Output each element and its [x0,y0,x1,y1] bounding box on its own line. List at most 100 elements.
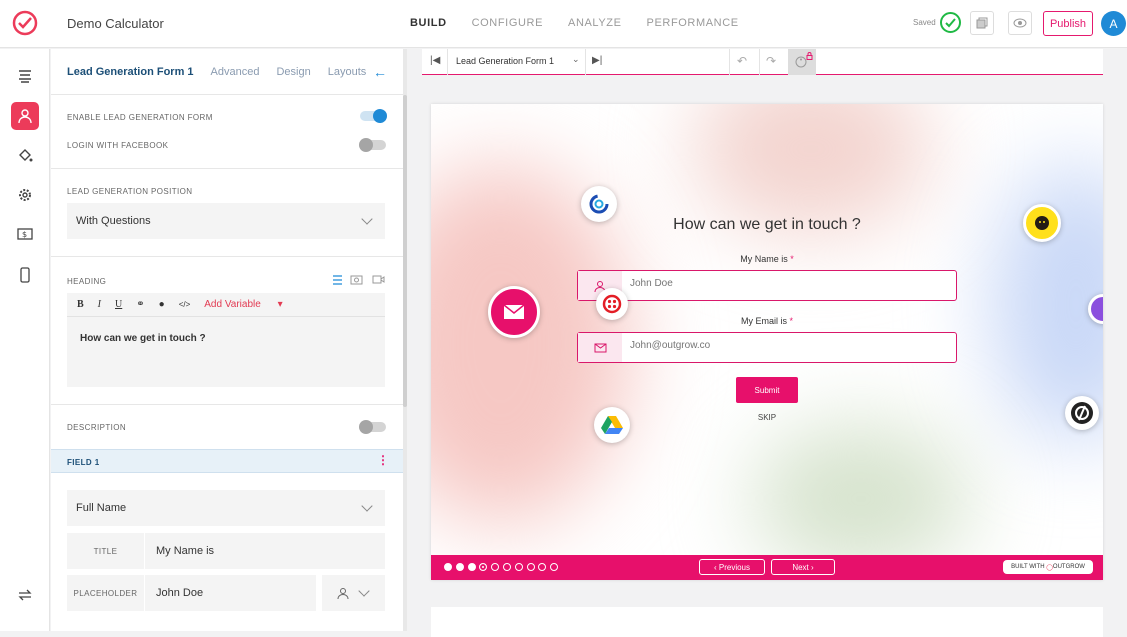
svg-text:$: $ [22,230,27,239]
field-menu-icon[interactable]: ⋮ [377,453,389,467]
sidebar-mobile[interactable] [11,261,39,289]
enable-lead-gen-toggle[interactable] [360,109,387,123]
built-with-badge[interactable]: BUILT WITH ◯ OUTGROW [1003,560,1093,574]
heading-editor[interactable]: B I U ⚭ ● </> Add Variable ▾ How can we … [67,293,385,387]
link-icon[interactable]: ⚭ [136,299,144,310]
gear-icon [19,189,31,201]
progress-dot[interactable] [550,563,559,571]
app-name[interactable]: Demo Calculator [67,16,164,31]
tab-build[interactable]: BUILD [410,17,447,29]
progress-dot[interactable] [538,563,547,571]
avatar[interactable]: A [1101,11,1126,36]
underline-button[interactable]: U [115,299,122,310]
progress-dot[interactable] [479,563,488,571]
chevron-down-icon [361,500,373,512]
copy-icon [976,17,988,29]
tab-lead-gen-form[interactable]: Lead Generation Form 1 [67,66,194,78]
placeholder-row: PLACEHOLDER John Doe [67,575,316,611]
chevron-down-icon[interactable]: ⌄ [572,54,580,65]
redo-icon[interactable]: ↷ [766,54,776,68]
title-key: TITLE [67,533,145,569]
code-icon[interactable]: </> [179,300,191,309]
skip-link[interactable]: SKIP [736,413,798,422]
top-bar: Demo Calculator BUILD CONFIGURE ANALYZE … [0,0,1127,48]
divider [51,256,403,257]
publish-button[interactable]: Publish [1043,11,1093,36]
panel-scrollbar[interactable] [403,49,407,631]
eye-icon [1013,18,1027,28]
email-input[interactable] [630,340,930,351]
field-type-select[interactable]: Full Name [67,490,385,526]
saved-check-icon [940,12,961,33]
outgrow-logo-icon[interactable] [11,9,39,37]
mobile-icon [20,267,30,283]
login-facebook-toggle[interactable] [359,138,386,152]
field-icon-select[interactable] [322,575,385,611]
field-header[interactable]: FIELD 1 ⋮ [51,449,403,473]
sidebar-design[interactable] [11,141,39,169]
divider [51,94,403,95]
email-label-text: My Email is [740,316,787,326]
bold-button[interactable]: B [77,299,84,310]
next-page-preview [431,607,1103,637]
submit-button[interactable]: Submit [736,377,798,403]
italic-button[interactable]: I [98,299,101,310]
progress-dot[interactable] [444,563,452,571]
progress-dot[interactable] [491,563,500,571]
tab-analyze[interactable]: ANALYZE [568,17,622,29]
tab-layouts[interactable]: Layouts [328,66,367,78]
preview-button[interactable] [1008,11,1032,35]
progress-dot[interactable] [503,563,511,571]
sidebar-pricing[interactable]: $ [11,221,39,249]
accessibility-button[interactable] [788,49,816,75]
email-label: My Email is * [577,316,957,326]
last-page-icon[interactable]: ▶| [592,55,602,66]
user-icon [337,588,349,599]
name-field[interactable] [577,270,957,301]
field-type-value: Full Name [76,502,127,514]
preview-toolbar: |◀ Lead Generation Form 1 ⌄ ▶| ↶ ↷ [422,49,1103,75]
tab-design[interactable]: Design [276,66,310,78]
tab-advanced[interactable]: Advanced [211,66,260,78]
position-select[interactable]: With Questions [67,203,385,239]
layers-icon [19,70,31,83]
color-drop-icon[interactable]: ● [159,299,165,310]
progress-dot[interactable] [467,563,476,571]
form-select[interactable]: Lead Generation Form 1 [456,56,554,66]
video-icon[interactable] [372,274,385,285]
heading-text[interactable]: How can we get in touch ? [67,317,385,360]
sidebar-refresh[interactable] [11,581,39,609]
progress-dot[interactable] [514,563,523,571]
first-page-icon[interactable]: |◀ [430,55,440,66]
name-input[interactable] [630,278,930,289]
progress-dot[interactable] [455,563,464,571]
back-arrow-icon[interactable]: ← [373,64,387,80]
tab-performance[interactable]: PERFORMANCE [647,17,739,29]
duplicate-button[interactable] [970,11,994,35]
divider [51,168,403,169]
placeholder-value[interactable]: John Doe [156,587,203,599]
unbounce-icon [1065,396,1099,430]
camera-icon[interactable] [350,274,363,285]
description-toggle[interactable] [359,420,386,434]
main-nav: BUILD CONFIGURE ANALYZE PERFORMANCE [410,17,764,29]
paint-bucket-icon [19,149,33,162]
next-button[interactable]: Next › [771,559,835,575]
tab-configure[interactable]: CONFIGURE [472,17,543,29]
undo-icon[interactable]: ↶ [737,54,747,68]
description-label: DESCRIPTION [67,423,127,432]
title-value[interactable]: My Name is [156,545,214,557]
mailchimp-icon [1023,204,1061,242]
progress-dot[interactable] [526,563,535,571]
sidebar-builder[interactable] [11,62,39,90]
name-label: My Name is * [577,254,957,264]
sidebar-lead-gen[interactable] [11,102,39,130]
add-variable-button[interactable]: Add Variable ▾ [204,299,282,310]
previous-label: Previous [718,562,750,572]
previous-button[interactable]: ‹ Previous [699,559,765,575]
text-icon[interactable] [332,275,343,285]
email-field[interactable] [577,332,957,363]
sidebar-settings[interactable] [11,181,39,209]
form-footer: ‹ Previous Next › BUILT WITH ◯ OUTGROW [431,555,1103,580]
email-app-icon [488,286,540,338]
